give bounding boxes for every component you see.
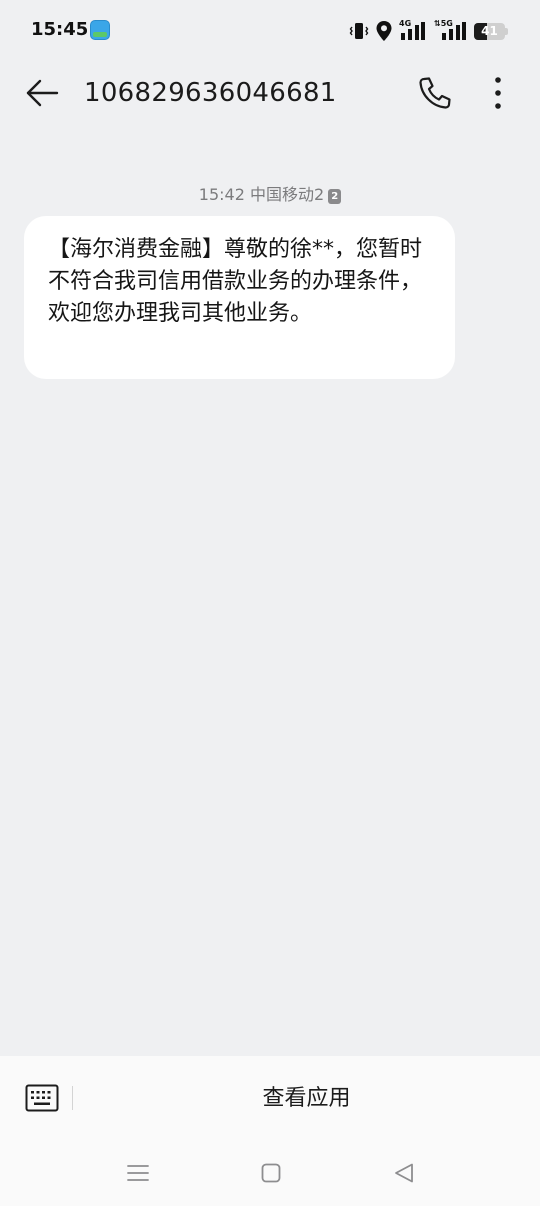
nav-home-button[interactable]: [256, 1160, 286, 1186]
message-text: 【海尔消费金融】尊敬的徐**，您暂时不符合我司信用借款业务的办理条件，欢迎您办理…: [48, 237, 423, 326]
nav-back-button[interactable]: [389, 1160, 419, 1186]
phone-icon: [419, 77, 451, 109]
signal-strength-icon: [442, 22, 466, 40]
bottom-action-bar: 查看应用: [0, 1056, 540, 1142]
status-bar: 15:45 4G ⇅5G 41: [0, 0, 540, 62]
nav-recents-button[interactable]: [123, 1160, 153, 1186]
message-bubble[interactable]: 【海尔消费金融】尊敬的徐**，您暂时不符合我司信用借款业务的办理条件，欢迎您办理…: [24, 216, 455, 379]
message-time: 15:42: [198, 185, 245, 204]
battery-tip: [505, 28, 508, 35]
battery-icon: 41: [474, 23, 508, 40]
view-apps-button[interactable]: 查看应用: [73, 1078, 540, 1120]
system-nav-bar: [0, 1142, 540, 1206]
battery-level: 41: [481, 24, 498, 38]
menu-icon: [127, 1165, 149, 1181]
arrow-left-icon: [26, 79, 59, 107]
message-carrier: 中国移动2: [250, 185, 325, 204]
back-triangle-icon: [395, 1163, 413, 1183]
signal-strength-icon: [401, 22, 425, 40]
status-time: 15:45: [31, 19, 89, 40]
home-icon: [261, 1163, 281, 1183]
sms-conversation-screen: 15:45 4G ⇅5G 41 106829636046681 15:42 中国…: [0, 0, 540, 1206]
location-icon: [376, 21, 392, 41]
more-vertical-icon: [495, 77, 501, 109]
vibrate-icon: [349, 23, 369, 39]
keyboard-icon: [25, 1084, 59, 1112]
app-badge-icon: [90, 20, 110, 40]
sim-badge: 2: [328, 189, 342, 204]
message-timestamp: 15:42 中国移动2 2: [0, 181, 540, 205]
battery-body: 41: [474, 23, 505, 40]
keyboard-toggle-button[interactable]: [25, 1084, 59, 1112]
back-button[interactable]: [22, 72, 62, 114]
call-button[interactable]: [414, 72, 456, 114]
conversation-title: 106829636046681: [84, 78, 337, 108]
more-options-button[interactable]: [482, 74, 514, 112]
